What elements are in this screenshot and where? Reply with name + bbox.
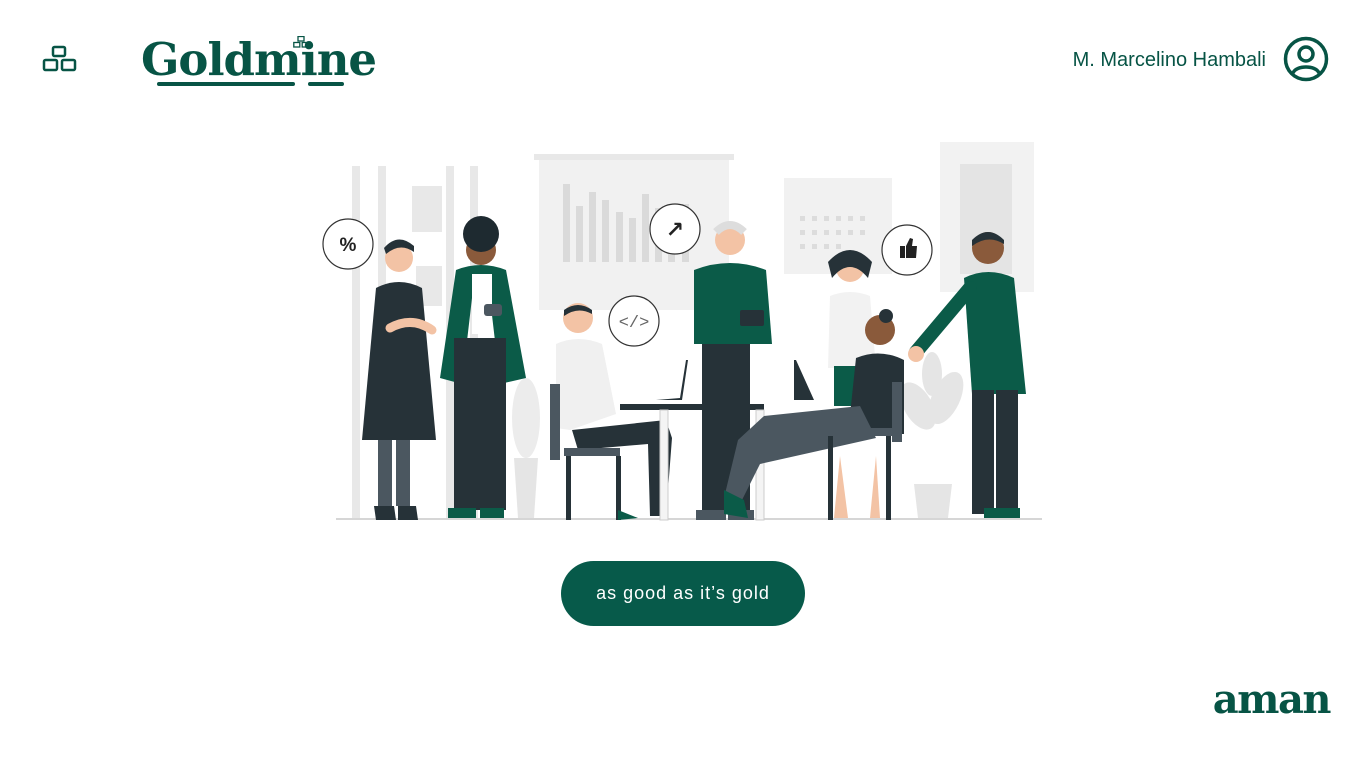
percent-bubble-icon: %: [340, 235, 357, 256]
logo-gold-bars-icon: [293, 36, 309, 48]
brand-logo: aman: [1212, 676, 1332, 723]
user-name[interactable]: M. Marcelino Hambali: [1073, 48, 1266, 72]
logo-underline: [308, 82, 344, 86]
code-bubble-icon: </>: [619, 314, 650, 333]
user-circle-icon[interactable]: [1283, 36, 1329, 82]
logo-underline: [157, 82, 295, 86]
tagline-button[interactable]: as good as it’s gold: [561, 561, 805, 626]
gold-bars-icon[interactable]: [42, 45, 78, 73]
growth-arrow-icon: ↗: [666, 218, 684, 243]
app-title: Goldmine: [141, 33, 377, 86]
team-illustration: % ↗ </>: [320, 138, 1046, 524]
